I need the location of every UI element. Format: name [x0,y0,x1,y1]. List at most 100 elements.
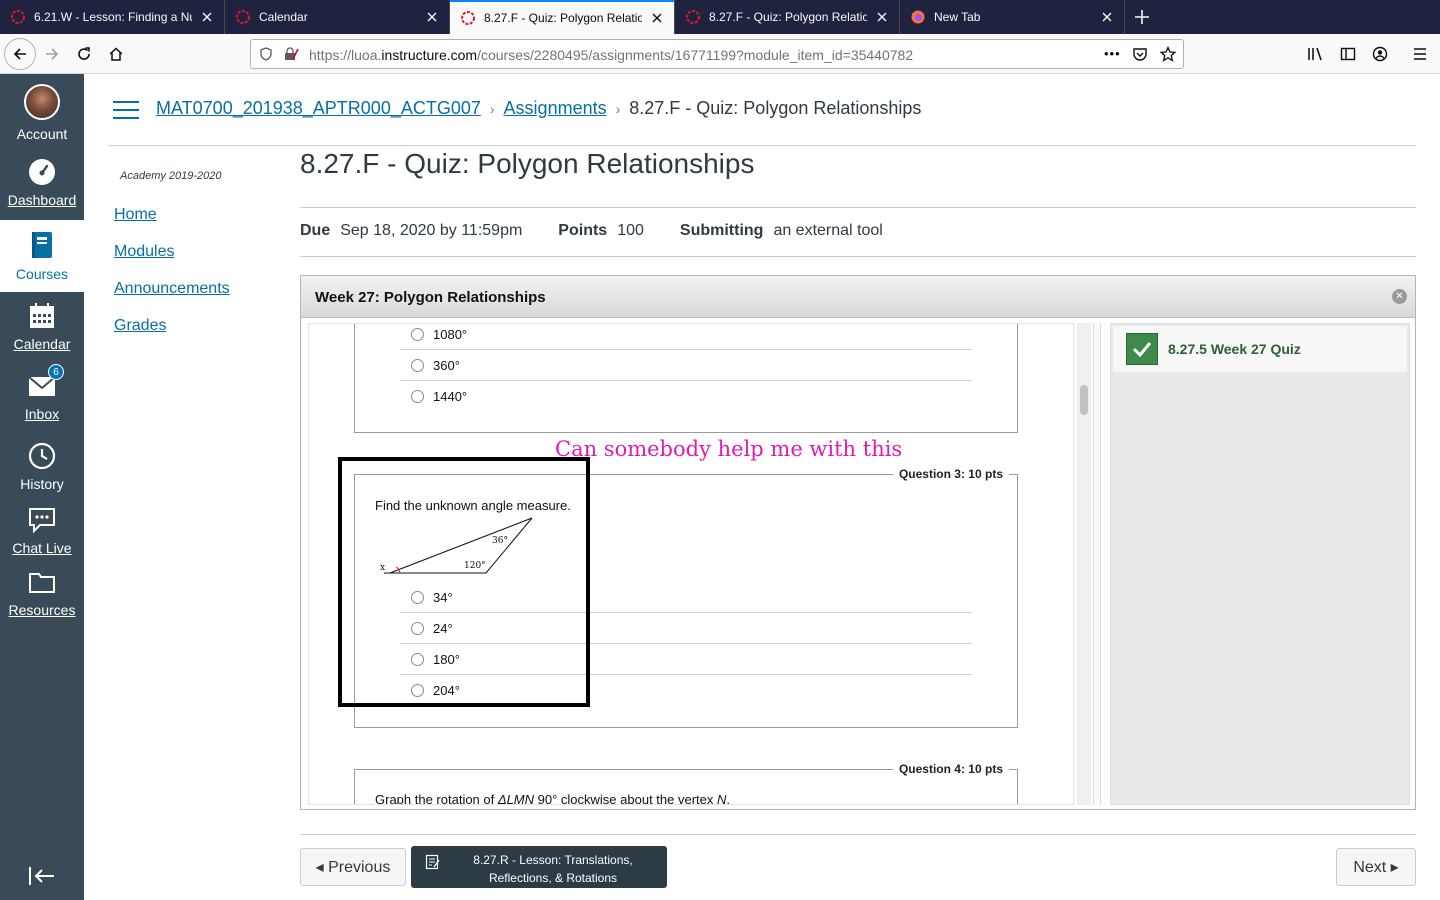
browser-tab[interactable]: New Tab [900,0,1125,34]
plus-icon [1135,10,1149,24]
page-actions-button[interactable]: ••• [1104,46,1121,61]
previous-button[interactable]: ◂ Previous [300,848,406,886]
pane-resize-handle[interactable] [1093,323,1101,805]
scrollbar[interactable] [1077,323,1091,805]
next-button[interactable]: Next ▸ [1336,848,1416,886]
tab-title: 6.21.W - Lesson: Finding a Num [34,10,192,24]
nav-account[interactable]: Account [0,84,84,142]
breadcrumb-course-link[interactable]: MAT0700_201938_APTR000_ACTG007 [156,98,481,119]
chat-icon [29,508,55,534]
browser-tab-active[interactable]: 8.27.F - Quiz: Polygon Relations [450,0,675,34]
radio-button[interactable] [411,390,424,403]
nav-label: Inbox [24,406,60,422]
tab-title: Calendar [259,10,308,24]
canvas-logo-icon [11,10,25,24]
close-icon[interactable] [1098,8,1116,26]
divider [300,256,1416,257]
folder-icon [29,573,55,593]
previous-tooltip: 8.27.R - Lesson: Translations, Reflectio… [411,846,667,888]
tab-title: 8.27.F - Quiz: Polygon Relations [484,11,642,25]
nav-dashboard[interactable]: Dashboard [0,158,84,208]
arrow-left-icon [13,48,26,60]
close-icon[interactable] [873,8,891,26]
question-label: Question 3: 10 pts [892,467,1009,481]
course-menu-button[interactable] [113,100,139,120]
canvas-logo-icon [686,10,700,24]
footer-divider [300,834,1416,835]
pocket-icon[interactable] [1132,46,1148,62]
reload-button[interactable] [68,38,100,70]
answer-option[interactable]: 1440° [400,381,972,412]
question-text: Graph the rotation of ΔLMN 90° clockwise… [375,792,731,805]
url-text: https://luoa.instructure.com/courses/228… [309,47,914,63]
annotation-text: Can somebody help me with this [555,437,903,461]
course-nav-announcements[interactable]: Announcements [114,280,230,298]
radio-button[interactable] [411,358,424,372]
nav-label: Account [16,126,68,142]
points-label: Points [558,222,608,239]
calendar-icon [30,303,54,328]
bookmark-star-icon[interactable] [1160,46,1176,62]
address-bar[interactable]: https://luoa.instructure.com/courses/228… [250,39,1184,69]
tab-title: 8.27.F - Quiz: Polygon Relations [709,10,867,24]
nav-history[interactable]: History [0,442,84,492]
nav-label: History [20,476,64,492]
side-item-label: 8.27.5 Week 27 Quiz [1168,341,1301,357]
hamburger-icon [113,101,139,119]
browser-tab[interactable]: 8.27.F - Quiz: Polygon Relations [675,0,900,34]
forward-button[interactable] [36,38,68,70]
due-label: Due [300,222,331,239]
divider [300,207,1416,208]
browser-toolbar: https://luoa.instructure.com/courses/228… [0,34,1440,74]
course-nav-home[interactable]: Home [114,206,157,224]
quiz-side-pane: 8.27.5 Week 27 Quiz [1110,323,1410,805]
course-nav-modules[interactable]: Modules [114,243,174,261]
browser-tab[interactable]: Calendar [225,0,450,34]
lock-warning-icon [283,47,299,61]
quiz-content[interactable]: 1080° 360° 1440° Question 3: 10 pts Find… [308,323,1074,805]
nav-label: Dashboard [7,192,77,208]
nav-resources[interactable]: Resources [0,568,84,618]
submitting-value: an external tool [773,222,883,239]
checkmark-icon [1126,333,1158,365]
side-item-quiz[interactable]: 8.27.5 Week 27 Quiz [1113,326,1407,372]
dashboard-icon [29,159,55,185]
library-icon[interactable] [1304,42,1328,66]
home-button[interactable] [100,38,132,70]
nav-calendar[interactable]: Calendar [0,302,84,352]
back-button[interactable] [4,38,36,70]
nav-courses[interactable]: Courses [0,220,84,292]
nav-inbox[interactable]: 6 Inbox [0,364,84,422]
account-icon[interactable] [1368,42,1392,66]
close-icon[interactable] [423,8,441,26]
tab-title: New Tab [934,10,981,24]
close-icon[interactable] [198,8,216,26]
new-tab-button[interactable] [1125,0,1159,34]
unread-count-badge: 6 [48,364,64,380]
tooltip-text: 8.27.R - Lesson: Translations, Reflectio… [473,853,633,885]
nav-label: Resources [8,602,76,618]
radio-button[interactable] [411,327,424,341]
scrollbar-thumb[interactable] [1080,385,1088,415]
global-navigation: Account Dashboard Courses Calendar 6 Inb… [0,74,84,900]
points-value: 100 [617,222,644,239]
answer-option[interactable]: 360° [400,350,972,381]
nav-chat-live[interactable]: Chat Live [0,506,84,556]
browser-tab-bar: 6.21.W - Lesson: Finding a Num Calendar … [0,0,1440,34]
breadcrumb-assignments-link[interactable]: Assignments [504,98,607,119]
breadcrumb-separator: › [615,100,621,117]
due-value: Sep 18, 2020 by 11:59pm [340,222,523,239]
answer-option[interactable]: 1080° [400,324,972,350]
browser-tab[interactable]: 6.21.W - Lesson: Finding a Num [0,0,225,34]
arrow-right-icon [46,48,59,60]
close-icon[interactable]: ✕ [1392,289,1407,304]
nav-label: Chat Live [12,540,72,556]
menu-icon[interactable] [1408,42,1432,66]
question-label: Question 4: 10 pts [892,762,1009,776]
home-icon [109,47,123,61]
close-icon[interactable] [648,9,666,27]
sidebar-icon[interactable] [1336,42,1360,66]
book-icon [32,232,52,258]
collapse-nav-button[interactable] [28,866,56,886]
course-nav-grades[interactable]: Grades [114,317,166,335]
